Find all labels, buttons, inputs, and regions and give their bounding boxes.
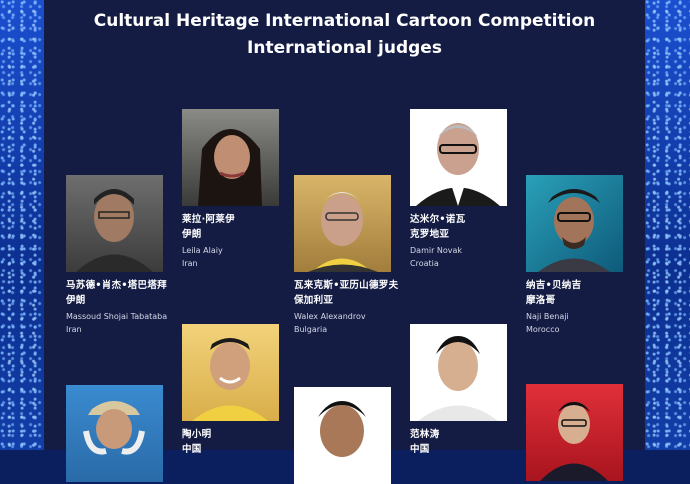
judge-name-cn: 瓦来克斯•亚历山德罗夫 <box>294 280 399 291</box>
judge-photo <box>410 109 507 206</box>
judge-photo <box>294 175 391 272</box>
judge-name-cn: 范林涛 <box>410 429 440 440</box>
judge-photo <box>66 385 163 482</box>
judge-card <box>294 387 391 484</box>
judge-card: 陶小明 中国 <box>182 324 279 457</box>
judge-name-cn: 达米尔•诺瓦 <box>410 214 466 225</box>
judge-card: 纳吉•贝纳吉 摩洛哥 Naji Benaji Morocco <box>526 175 623 336</box>
judge-country-en: Croatia <box>410 259 439 268</box>
page-title: Cultural Heritage International Cartoon … <box>93 11 596 31</box>
judge-country-en: Iran <box>182 259 198 268</box>
judge-country-cn: 摩洛哥 <box>526 295 556 306</box>
judge-name-cn: 纳吉•贝纳吉 <box>526 280 582 291</box>
judge-card: 达米尔•诺瓦 克罗地亚 Damir Novak Croatia <box>410 109 507 270</box>
decorative-left-border <box>0 0 44 450</box>
judge-card <box>66 385 163 482</box>
judge-country-cn: 中国 <box>182 444 202 455</box>
judge-card: 莱拉·阿莱伊 伊朗 Leila Alaiy Iran <box>182 109 279 270</box>
judge-name-en: Damir Novak <box>410 246 463 255</box>
judge-name-en: Walex Alexandrov <box>294 312 366 321</box>
judge-name-en: Naji Benaji <box>526 312 569 321</box>
judge-name-cn: 马苏德•肖杰•塔巴塔拜 <box>66 280 167 291</box>
judge-photo <box>182 109 279 206</box>
judge-country-cn: 保加利亚 <box>294 295 334 306</box>
judge-photo <box>66 175 163 272</box>
judge-photo <box>526 175 623 272</box>
judge-country-en: Morocco <box>526 325 560 334</box>
judge-name-cn: 陶小明 <box>182 429 212 440</box>
judge-name-cn: 莱拉·阿莱伊 <box>182 214 235 225</box>
decorative-right-border <box>645 0 690 450</box>
judge-card: 范林涛 中国 <box>410 324 507 457</box>
judge-card <box>526 384 623 481</box>
judge-name-en: Leila Alaiy <box>182 246 223 255</box>
judge-country-cn: 伊朗 <box>66 295 86 306</box>
judge-name-en: Massoud Shojai Tabataba <box>66 312 168 321</box>
judge-photo <box>410 324 507 421</box>
judge-photo <box>526 384 623 481</box>
page-subtitle: International judges <box>247 38 442 58</box>
judge-card: 马苏德•肖杰•塔巴塔拜 伊朗 Massoud Shojai Tabataba I… <box>66 175 167 336</box>
judge-country-cn: 伊朗 <box>182 229 202 240</box>
judge-country-cn: 中国 <box>410 444 430 455</box>
judge-country-en: Iran <box>66 325 82 334</box>
judge-country-cn: 克罗地亚 <box>410 229 450 240</box>
judge-card: 瓦来克斯•亚历山德罗夫 保加利亚 Walex Alexandrov Bulgar… <box>294 175 398 336</box>
judge-photo <box>294 387 391 484</box>
judge-photo <box>182 324 279 421</box>
judge-country-en: Bulgaria <box>294 325 328 334</box>
